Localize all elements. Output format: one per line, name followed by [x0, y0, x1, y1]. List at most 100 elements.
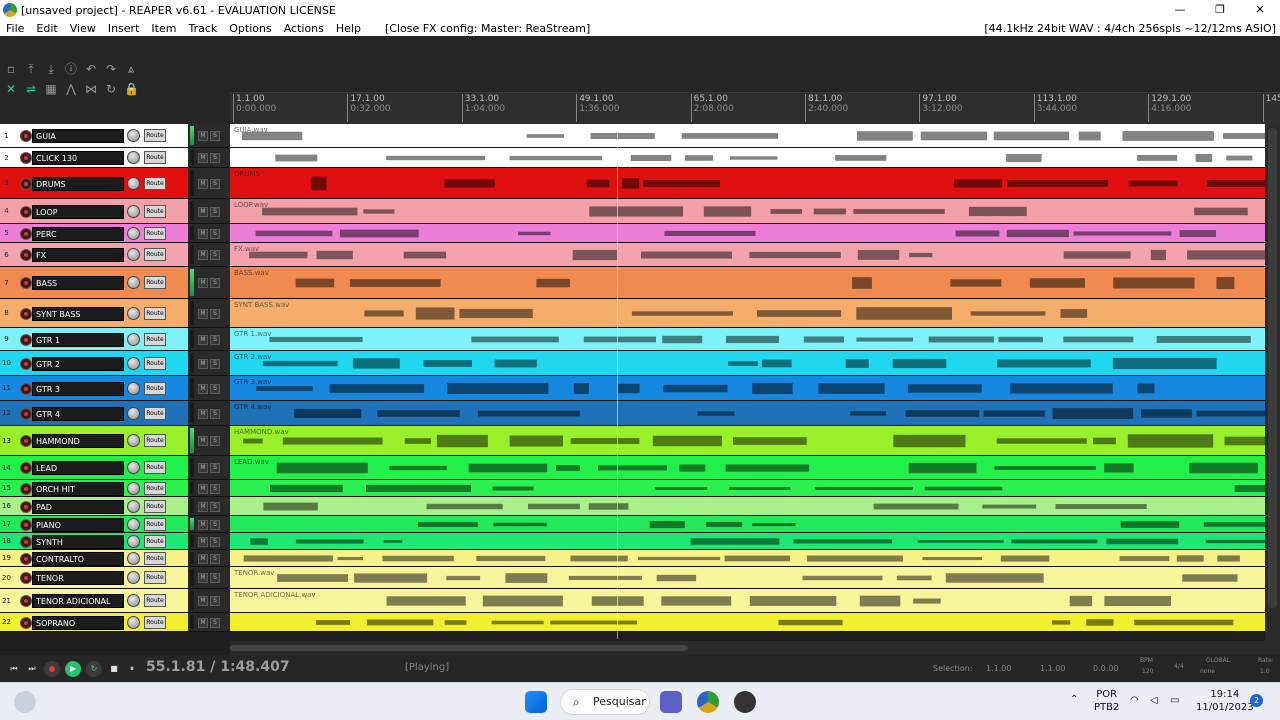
route-button[interactable]: Route — [144, 129, 166, 142]
solo-button[interactable]: S — [210, 554, 220, 564]
mute-button[interactable]: M — [198, 153, 208, 163]
track-control-panel[interactable]: 14 LEAD Route M S — [0, 456, 230, 480]
solo-button[interactable]: S — [210, 153, 220, 163]
volume-knob-icon[interactable] — [127, 594, 140, 607]
track-lane[interactable]: HAMMOND.wav — [230, 426, 1265, 456]
track-control-panel[interactable]: 1 GUIA Route M S — [0, 124, 230, 148]
route-button[interactable]: Route — [144, 333, 166, 346]
route-button[interactable]: Route — [144, 407, 166, 420]
record-arm-icon[interactable] — [20, 334, 32, 346]
record-arm-icon[interactable] — [20, 308, 32, 320]
track-lane[interactable]: SYNT BASS.wav — [230, 299, 1265, 328]
mute-button[interactable]: M — [198, 520, 208, 530]
menu-actions[interactable]: Actions — [278, 22, 330, 35]
rate-value[interactable]: 1.0 — [1260, 668, 1270, 675]
lock-icon[interactable]: 🔒 — [124, 82, 139, 96]
record-button[interactable]: ● — [44, 661, 60, 677]
track-lane[interactable] — [230, 550, 1265, 567]
mute-button[interactable]: M — [198, 131, 208, 141]
track-control-panel[interactable]: 22 SOPRANO Route M S — [0, 613, 230, 632]
track-lane[interactable] — [230, 224, 1265, 243]
start-icon[interactable] — [525, 691, 547, 713]
track-control-panel[interactable]: 5 PERC Route M S — [0, 224, 230, 243]
solo-button[interactable]: S — [210, 250, 220, 260]
solo-button[interactable]: S — [210, 309, 220, 319]
route-button[interactable]: Route — [144, 594, 166, 607]
open-project-icon[interactable]: ⤒ — [24, 62, 38, 76]
route-button[interactable]: Route — [144, 535, 166, 548]
track-name-field[interactable]: PERC — [32, 227, 124, 241]
record-arm-icon[interactable] — [20, 572, 32, 584]
record-arm-icon[interactable] — [20, 277, 32, 289]
track-name-field[interactable]: SYNTH — [32, 535, 124, 549]
metronome-icon[interactable]: ⩓ — [124, 62, 138, 76]
volume-knob-icon[interactable] — [127, 307, 140, 320]
track-lane[interactable] — [230, 533, 1265, 550]
fx-config-menu[interactable]: [Close FX config: Master: ReaStream] — [385, 22, 590, 35]
selection-start[interactable]: 1.1.00 — [986, 664, 1011, 673]
track-lane[interactable]: GTR 1.wav — [230, 328, 1265, 351]
volume-knob-icon[interactable] — [127, 616, 140, 629]
track-control-panel[interactable]: 4 LOOP Route M S — [0, 199, 230, 224]
mute-button[interactable]: M — [198, 596, 208, 606]
track-control-panel[interactable]: 3 DRUMS Route M S — [0, 168, 230, 199]
mute-button[interactable]: M — [198, 384, 208, 394]
menu-item[interactable]: Item — [145, 22, 182, 35]
clock[interactable]: 19:14 11/01/2023 — [1196, 688, 1254, 714]
record-arm-icon[interactable] — [20, 228, 32, 240]
route-button[interactable]: Route — [144, 434, 166, 447]
track-name-field[interactable]: ORCH HIT — [32, 482, 124, 496]
route-button[interactable]: Route — [144, 151, 166, 164]
route-button[interactable]: Route — [144, 616, 166, 629]
solo-button[interactable]: S — [210, 463, 220, 473]
track-name-field[interactable]: DRUMS — [32, 177, 124, 191]
record-arm-icon[interactable] — [20, 249, 32, 261]
solo-button[interactable]: S — [210, 359, 220, 369]
track-lane[interactable]: TENOR.wav — [230, 567, 1265, 589]
track-control-panel[interactable]: 2 CLICK 130 Route M S — [0, 148, 230, 168]
wifi-icon[interactable]: ◠ — [1130, 694, 1139, 707]
solo-button[interactable]: S — [210, 179, 220, 189]
mute-button[interactable]: M — [198, 229, 208, 239]
route-button[interactable]: Route — [144, 357, 166, 370]
menu-file[interactable]: File — [0, 22, 30, 35]
route-button[interactable]: Route — [144, 205, 166, 218]
route-button[interactable]: Route — [144, 552, 166, 565]
track-name-field[interactable]: GTR 4 — [32, 407, 124, 421]
track-name-field[interactable]: SYNT BASS — [32, 307, 124, 321]
mute-button[interactable]: M — [198, 359, 208, 369]
track-name-field[interactable]: TENOR ADICIONAL — [32, 594, 124, 608]
maximize-button[interactable]: ❐ — [1200, 0, 1240, 20]
track-lane[interactable]: LEAD.wav — [230, 456, 1265, 480]
track-control-panel[interactable]: 16 PAD Route M S — [0, 497, 230, 516]
battery-icon[interactable]: ▭ — [1170, 694, 1179, 707]
volume-icon[interactable]: ◁ — [1150, 694, 1158, 707]
mute-button[interactable]: M — [198, 484, 208, 494]
volume-knob-icon[interactable] — [127, 382, 140, 395]
horizontal-scrollbar[interactable] — [230, 641, 1280, 655]
volume-knob-icon[interactable] — [127, 333, 140, 346]
volume-knob-icon[interactable] — [127, 434, 140, 447]
mute-button[interactable]: M — [198, 502, 208, 512]
undo-icon[interactable]: ↶ — [84, 62, 98, 76]
project-settings-icon[interactable]: ⓘ — [64, 62, 78, 76]
track-control-panel[interactable]: 21 TENOR ADICIONAL Route M S — [0, 589, 230, 613]
volume-knob-icon[interactable] — [127, 407, 140, 420]
envelope-icon[interactable]: ⋀ — [64, 82, 78, 96]
loop-points-icon[interactable]: ↻ — [104, 82, 118, 96]
record-arm-icon[interactable] — [20, 383, 32, 395]
solo-button[interactable]: S — [210, 207, 220, 217]
mute-button[interactable]: M — [198, 537, 208, 547]
volume-knob-icon[interactable] — [127, 151, 140, 164]
record-arm-icon[interactable] — [20, 178, 32, 190]
track-control-panel[interactable]: 7 BASS Route M S — [0, 267, 230, 299]
solo-button[interactable]: S — [210, 596, 220, 606]
teams-icon[interactable] — [660, 691, 682, 713]
track-lane[interactable]: DRUMS — [230, 168, 1265, 199]
new-project-icon[interactable]: ▫ — [4, 62, 18, 76]
selection-length[interactable]: 0.0.00 — [1093, 664, 1118, 673]
volume-knob-icon[interactable] — [127, 276, 140, 289]
track-control-panel[interactable]: 20 TENOR Route M S — [0, 567, 230, 589]
track-name-field[interactable]: GTR 2 — [32, 357, 124, 371]
route-button[interactable]: Route — [144, 461, 166, 474]
